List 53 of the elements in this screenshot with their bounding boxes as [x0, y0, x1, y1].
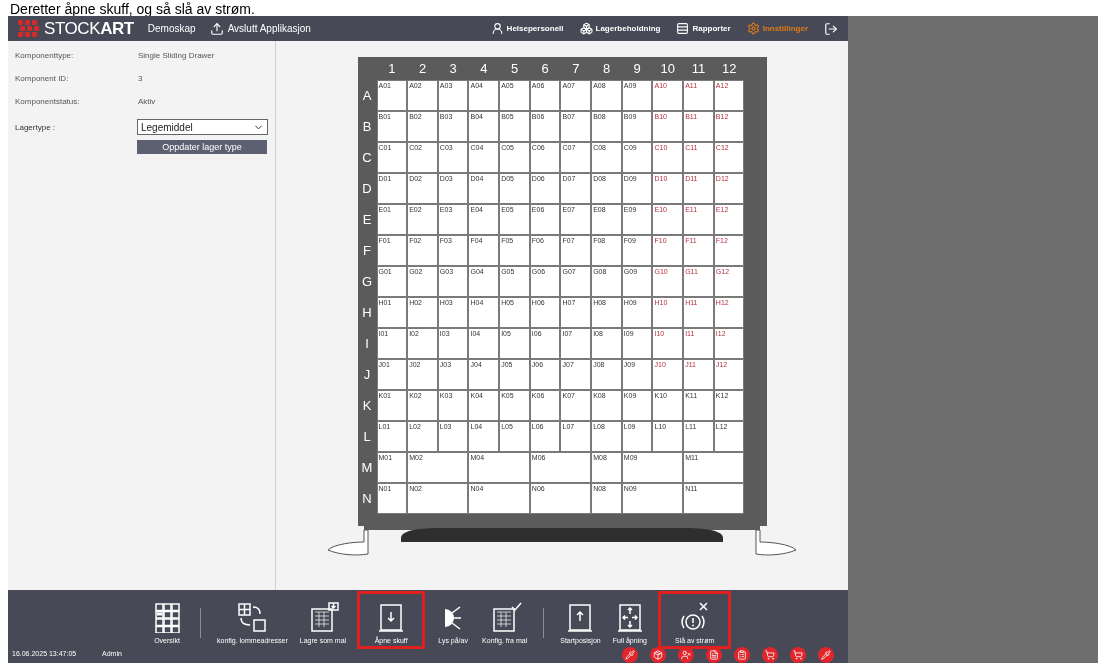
list-icon — [676, 22, 690, 35]
upload-icon — [209, 21, 224, 36]
person-icon — [490, 22, 504, 35]
field-label: Komponent ID: — [15, 73, 70, 85]
nav-tab[interactable]: Lagerbeholdning — [579, 22, 661, 35]
column-number: 6 — [540, 59, 550, 78]
header-link[interactable]: Avslutt Applikasjon — [209, 21, 311, 36]
boxes-icon — [579, 22, 593, 35]
row-letter: J — [362, 365, 372, 384]
update-button[interactable]: Oppdater lager type — [137, 140, 267, 154]
row-letter: G — [360, 272, 374, 291]
logo-icon — [18, 19, 40, 38]
cart-icon[interactable] — [790, 646, 806, 663]
row-letter: M — [360, 458, 374, 477]
column-number: 11 — [690, 59, 707, 78]
field-value: Aktiv — [138, 96, 156, 108]
column-number: 2 — [417, 59, 428, 78]
row-letter: N — [361, 489, 373, 508]
column-number: 10 — [659, 59, 677, 78]
row-letter: E — [361, 210, 373, 229]
column-number: 12 — [720, 59, 738, 78]
field-label: Komponentstatus: — [15, 96, 81, 108]
pipette-icon[interactable] — [622, 646, 638, 663]
storage-type-select[interactable]: Legemiddel — [137, 119, 268, 135]
brand-name: STOCKART — [44, 20, 134, 37]
settings-icon — [746, 22, 760, 35]
column-number: 1 — [387, 59, 397, 78]
field-label: Komponenttype: — [15, 50, 75, 62]
row-letter: K — [361, 396, 373, 415]
field-value: Single Sliding Drawer — [138, 50, 215, 62]
nav-tab[interactable]: Helsepersonell — [490, 22, 564, 35]
row-letter: L — [362, 427, 372, 446]
logout-icon[interactable] — [824, 21, 838, 36]
row-letter: A — [361, 86, 373, 105]
field-value: 3 — [138, 73, 143, 85]
row-letter: F — [362, 241, 372, 260]
column-number: 9 — [632, 59, 642, 78]
column-number: 7 — [571, 59, 581, 78]
pipette-icon[interactable] — [818, 646, 834, 663]
row-letter: H — [361, 303, 373, 322]
cart-icon[interactable] — [762, 646, 778, 663]
column-number: 4 — [479, 59, 489, 78]
header-link[interactable]: Demoskap — [147, 21, 196, 36]
row-letter: D — [361, 179, 373, 198]
row-letter: C — [361, 148, 373, 167]
row-letter: I — [364, 334, 370, 353]
field-label: Lagertype : — [15, 122, 57, 134]
row-letter: B — [361, 117, 373, 136]
column-number: 5 — [509, 59, 520, 78]
nav-tab[interactable]: Rapporter — [676, 22, 731, 35]
column-number: 3 — [448, 59, 458, 78]
clipboard-icon[interactable] — [734, 646, 750, 663]
column-number: 8 — [601, 59, 612, 78]
